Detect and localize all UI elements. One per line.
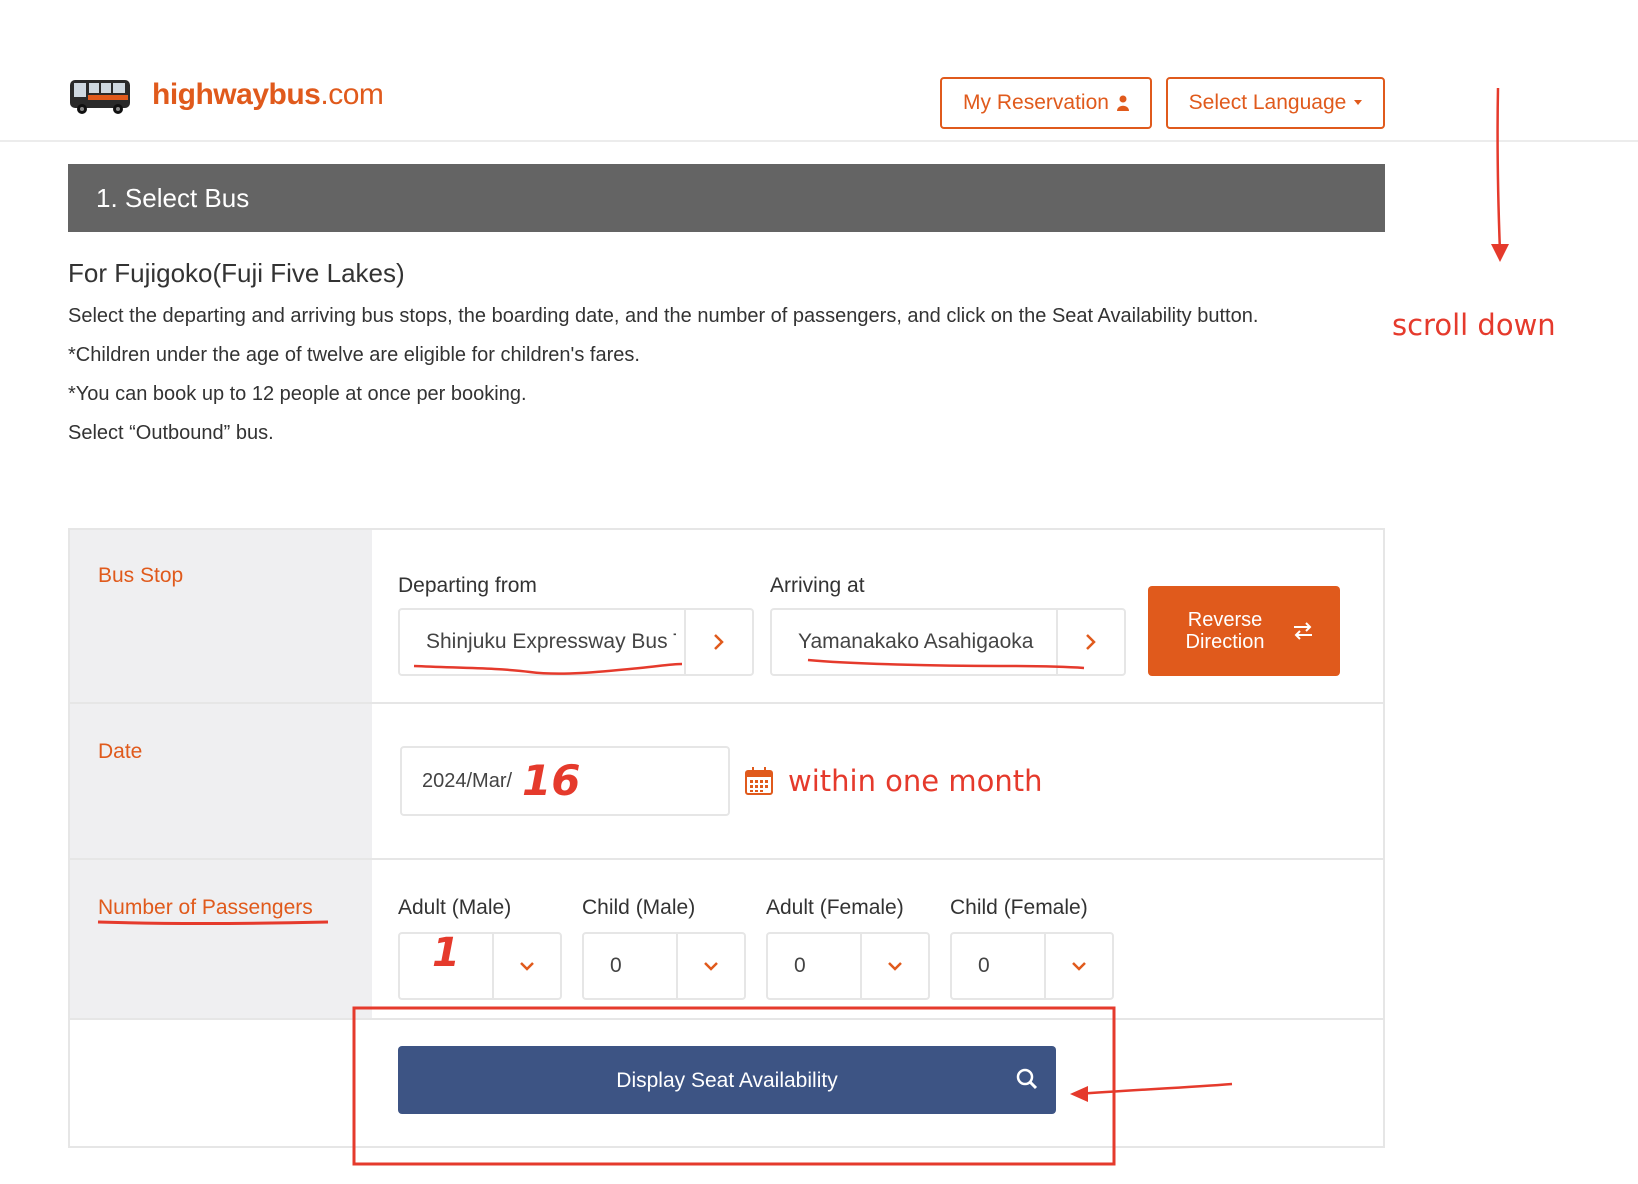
departing-value: Shinjuku Expressway Bus Terminal	[426, 630, 676, 653]
adult-male-label: Adult (Male)	[398, 896, 512, 919]
section-title-bar: 1. Select Bus	[68, 164, 1385, 232]
child-male-select[interactable]: 0	[582, 932, 746, 1000]
arriving-value: Yamanakako Asahigaoka	[798, 630, 1034, 653]
passengers-label: Number of Passengers	[98, 896, 313, 919]
arriving-label: Arriving at	[770, 574, 865, 597]
date-value: 2024/Mar/	[422, 769, 513, 792]
scroll-down-annotation: scroll down	[1392, 308, 1556, 342]
person-icon	[1116, 95, 1129, 111]
child-female-value: 0	[978, 954, 990, 977]
chevron-down-icon	[1044, 934, 1112, 998]
intro-text: For Fujigoko(Fuji Five Lakes) Select the…	[68, 258, 1378, 453]
swap-arrows-icon	[1293, 622, 1313, 640]
bus-stop-label: Bus Stop	[98, 564, 184, 587]
arriving-select[interactable]: Yamanakako Asahigaoka	[770, 608, 1126, 676]
search-icon	[1016, 1068, 1038, 1096]
passengers-label-cell: Number of Passengers	[70, 860, 372, 1018]
reverse-direction-label: Reverse Direction	[1185, 609, 1265, 653]
display-seat-availability-label: Display Seat Availability	[616, 1069, 838, 1092]
adult-male-select[interactable]	[398, 932, 562, 1000]
calendar-icon[interactable]	[744, 766, 774, 801]
child-female-select[interactable]: 0	[950, 932, 1114, 1000]
child-male-label: Child (Male)	[582, 896, 696, 919]
site-header: highwaybus.com My Reservation Select Lan…	[0, 0, 1638, 142]
section-title: 1. Select Bus	[96, 182, 250, 213]
my-reservation-label: My Reservation	[963, 91, 1109, 114]
within-one-month-annotation: within one month	[788, 764, 1043, 798]
children-fare-note: *Children under the age of twelve are el…	[68, 344, 640, 366]
bus-search-form: Bus Stop Departing from Shinjuku Express…	[68, 528, 1385, 1148]
outbound-note: Select “Outbound” bus.	[68, 422, 274, 444]
child-female-label: Child (Female)	[950, 896, 1088, 919]
reverse-direction-button[interactable]: Reverse Direction	[1148, 586, 1340, 676]
adult-female-label: Adult (Female)	[766, 896, 904, 919]
date-label: Date	[98, 740, 143, 763]
date-label-cell: Date	[70, 704, 372, 858]
site-logo[interactable]: highwaybus.com	[68, 74, 384, 116]
select-language-label: Select Language	[1188, 91, 1347, 114]
booking-limit-note: *You can book up to 12 people at once pe…	[68, 383, 527, 405]
date-row: Date 2024/Mar/	[70, 704, 1383, 860]
adult-female-value: 0	[794, 954, 806, 977]
logo-wordmark: highwaybus.com	[152, 78, 384, 111]
chevron-down-icon	[492, 934, 560, 998]
display-seat-availability-button[interactable]: Display Seat Availability	[398, 1046, 1056, 1114]
handwritten-adult-count-annotation: 1	[432, 930, 460, 976]
departing-label: Departing from	[398, 574, 537, 597]
bus-stop-row: Bus Stop Departing from Shinjuku Express…	[70, 530, 1383, 704]
bus-logo-icon	[70, 80, 130, 114]
scroll-arrowhead-annotation	[1491, 244, 1509, 262]
caret-down-icon	[1354, 100, 1363, 106]
passengers-row: Number of Passengers Adult (Male) Child …	[70, 860, 1383, 1020]
child-male-value: 0	[610, 954, 622, 977]
departing-select[interactable]: Shinjuku Expressway Bus Terminal	[398, 608, 754, 676]
instruction-line: Select the departing and arriving bus st…	[68, 305, 1259, 327]
chevron-right-icon	[1056, 610, 1124, 674]
submit-row: Display Seat Availability	[70, 1020, 1383, 1146]
select-language-button[interactable]: Select Language	[1166, 77, 1385, 129]
handwritten-date-annotation: 16	[522, 756, 581, 805]
chevron-down-icon	[860, 934, 928, 998]
my-reservation-button[interactable]: My Reservation	[940, 77, 1152, 129]
adult-female-select[interactable]: 0	[766, 932, 930, 1000]
bus-stop-label-cell: Bus Stop	[70, 530, 372, 702]
route-title: For Fujigoko(Fuji Five Lakes)	[68, 258, 405, 288]
chevron-right-icon	[684, 610, 752, 674]
chevron-down-icon	[676, 934, 744, 998]
